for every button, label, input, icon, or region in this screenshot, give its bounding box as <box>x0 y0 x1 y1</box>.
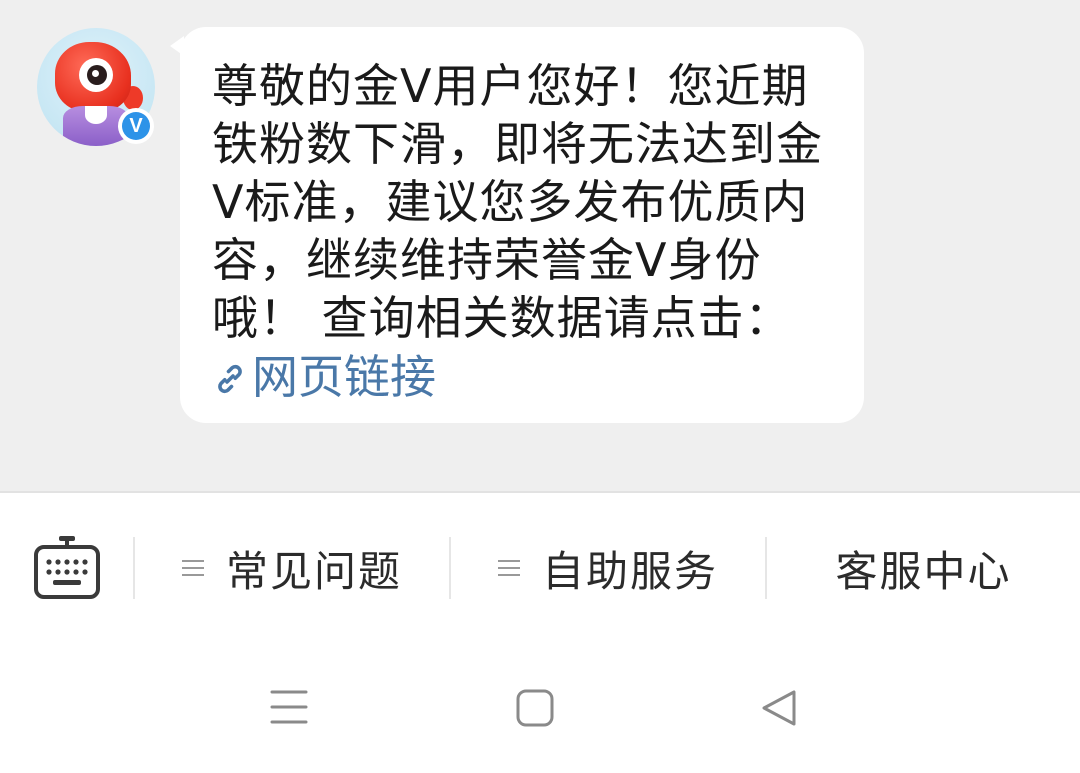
faq-button[interactable]: 常见问题 <box>135 535 449 601</box>
link-icon <box>218 364 242 394</box>
self-service-button[interactable]: 自助服务 <box>451 535 765 601</box>
keyboard-button[interactable] <box>33 535 101 601</box>
customer-service-button[interactable]: 客服中心 <box>767 535 1080 601</box>
recent-apps-button[interactable] <box>270 689 308 729</box>
message-bubble: 尊敬的金V用户您好！您近期铁粉数下滑，即将无法达到金V标准，建议您多发布优质内容… <box>180 27 864 423</box>
verified-v-icon: V <box>122 112 150 140</box>
web-link[interactable]: 网页链接 <box>212 347 844 407</box>
menu-icon <box>270 690 308 724</box>
system-navigation-bar <box>0 643 1080 773</box>
menu-lines-icon <box>181 560 204 576</box>
home-square-icon <box>516 689 554 727</box>
home-button[interactable] <box>516 689 554 731</box>
customer-service-label: 客服中心 <box>835 546 1012 596</box>
verified-badge: V <box>118 108 154 144</box>
bottom-toolbar: 常见问题 自助服务 客服中心 <box>0 493 1080 643</box>
self-service-label: 自助服务 <box>541 546 718 596</box>
web-link-label: 网页链接 <box>252 350 436 404</box>
faq-label: 常见问题 <box>225 546 402 596</box>
keyboard-icon <box>34 536 100 599</box>
back-button[interactable] <box>760 689 798 731</box>
menu-lines-icon <box>497 560 520 576</box>
back-triangle-icon <box>762 690 796 726</box>
chat-area: V 尊敬的金V用户您好！您近期铁粉数下滑，即将无法达到金V标准，建议您多发布优质… <box>0 0 1080 491</box>
avatar-collar <box>85 106 107 124</box>
message-text: 尊敬的金V用户您好！您近期铁粉数下滑，即将无法达到金V标准，建议您多发布优质内容… <box>212 59 823 345</box>
avatar-eye-shine <box>92 70 99 77</box>
